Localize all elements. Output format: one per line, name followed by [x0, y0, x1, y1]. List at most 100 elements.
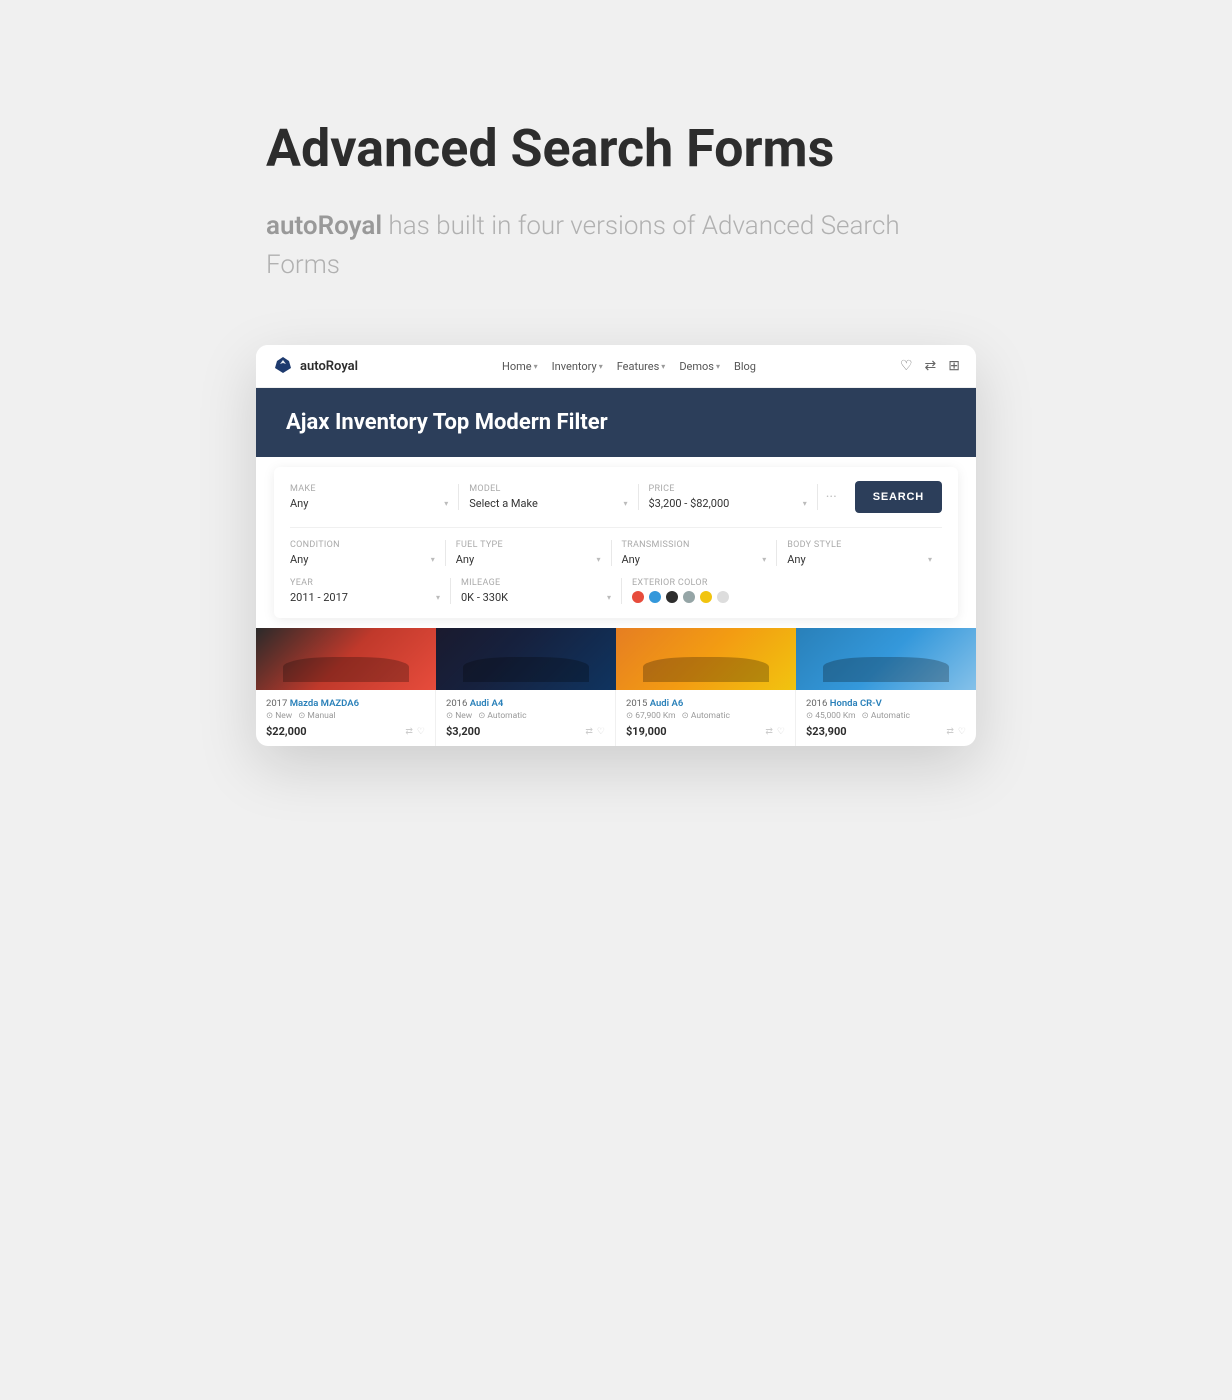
compare-car-icon-2[interactable]: ⇄: [585, 727, 593, 737]
search-button[interactable]: SEARCH: [855, 481, 942, 513]
chevron-down-icon: ▾: [623, 499, 627, 508]
chevron-down-icon: ▾: [661, 362, 665, 371]
color-blue[interactable]: [649, 591, 661, 603]
car-link-3[interactable]: Audi A6: [650, 698, 684, 709]
more-options-icon[interactable]: ···: [826, 489, 837, 505]
compare-icon[interactable]: ⇄: [925, 358, 937, 374]
nav-home[interactable]: Home ▾: [502, 360, 538, 373]
exterior-color-field: Exterior color: [622, 578, 942, 603]
chevron-down-icon: ▾: [803, 499, 807, 508]
nav-inventory[interactable]: Inventory ▾: [552, 360, 603, 373]
chevron-down-icon: ▾: [762, 555, 766, 564]
login-icon[interactable]: ⊞: [948, 358, 960, 374]
color-swatches: [632, 591, 932, 603]
car-actions-3: ⇄ ♡: [765, 727, 785, 737]
favorite-car-icon-2[interactable]: ♡: [597, 727, 605, 737]
condition-value: Any ▾: [290, 553, 435, 566]
car-price-3: $19,000: [626, 725, 667, 738]
brand-name-highlight: autoRoyal: [266, 211, 382, 241]
favorite-car-icon-3[interactable]: ♡: [777, 727, 785, 737]
model-value: Select a Make ▾: [469, 497, 627, 510]
year-field[interactable]: Year 2011 - 2017 ▾: [290, 578, 451, 604]
condition-selected: Any: [290, 553, 308, 566]
price-value: $3,200 - $82,000 ▾: [649, 497, 807, 510]
mileage-selected: 0K - 330K: [461, 591, 508, 604]
body-style-selected: Any: [787, 553, 805, 566]
brand-logo-icon: [272, 355, 294, 377]
car-silhouette: [463, 657, 589, 682]
cars-grid: 2017 Mazda MAZDA6 ⊙ New ⊙ Manual $22,000…: [256, 628, 976, 746]
color-silver[interactable]: [717, 591, 729, 603]
nav-icons: ♡ ⇄ ⊞: [900, 358, 960, 374]
mileage-label: Mileage: [461, 578, 611, 588]
brand-name: autoRoyal: [300, 359, 358, 374]
make-value: Any ▾: [290, 497, 448, 510]
condition-field[interactable]: Condition Any ▾: [290, 540, 446, 566]
brand: autoRoyal: [272, 355, 358, 377]
car-year-make-3: 2015 Audi A6: [626, 698, 785, 709]
car-price-row-3: $19,000 ⇄ ♡: [626, 725, 785, 738]
compare-car-icon-1[interactable]: ⇄: [405, 727, 413, 737]
car-link-4[interactable]: Honda CR-V: [830, 698, 882, 709]
price-field[interactable]: Price $3,200 - $82,000 ▾: [639, 484, 818, 510]
chevron-down-icon: ▾: [596, 555, 600, 564]
car-info-1: 2017 Mazda MAZDA6 ⊙ New ⊙ Manual $22,000…: [256, 690, 436, 746]
heart-icon[interactable]: ♡: [900, 358, 913, 374]
search-row-primary: Make Any ▾ Model Select a Make ▾ Price $…: [290, 481, 942, 513]
fuel-label: Fuel type: [456, 540, 601, 550]
condition-label: Condition: [290, 540, 435, 550]
nav-demos[interactable]: Demos ▾: [679, 360, 720, 373]
car-meta-3: ⊙ 67,900 Km ⊙ Automatic: [626, 711, 785, 721]
year-label: Year: [290, 578, 440, 588]
transmission-field[interactable]: Transmission Any ▾: [612, 540, 778, 566]
chevron-down-icon: ▾: [436, 593, 440, 602]
browser-chrome: autoRoyal Home ▾ Inventory ▾ Features ▾ …: [256, 345, 976, 388]
compare-car-icon-3[interactable]: ⇄: [765, 727, 773, 737]
color-gray[interactable]: [683, 591, 695, 603]
model-label: Model: [469, 484, 627, 494]
car-price-2: $3,200: [446, 725, 480, 738]
car-image-2: [436, 628, 616, 690]
chevron-down-icon: ▾: [928, 555, 932, 564]
car-mileage-4: ⊙ 45,000 Km: [806, 711, 856, 721]
year-selected: 2011 - 2017: [290, 591, 348, 604]
car-image-4: [796, 628, 976, 690]
nav-blog[interactable]: Blog: [734, 360, 756, 373]
color-black[interactable]: [666, 591, 678, 603]
transmission-value: Any ▾: [622, 553, 767, 566]
car-card-1: 2017 Mazda MAZDA6 ⊙ New ⊙ Manual $22,000…: [256, 628, 436, 746]
model-field[interactable]: Model Select a Make ▾: [459, 484, 638, 510]
chevron-down-icon: ▾: [534, 362, 538, 371]
fuel-field[interactable]: Fuel type Any ▾: [446, 540, 612, 566]
chevron-down-icon: ▾: [607, 593, 611, 602]
browser-mockup: autoRoyal Home ▾ Inventory ▾ Features ▾ …: [256, 345, 976, 746]
make-field[interactable]: Make Any ▾: [290, 484, 459, 510]
main-nav: Home ▾ Inventory ▾ Features ▾ Demos ▾ Bl…: [502, 360, 756, 373]
car-silhouette: [643, 657, 769, 682]
car-year-make-2: 2016 Audi A4: [446, 698, 605, 709]
car-condition-1: ⊙ New: [266, 711, 292, 721]
car-card-3: 2015 Audi A6 ⊙ 67,900 Km ⊙ Automatic $19…: [616, 628, 796, 746]
page-header: Advanced Search Forms autoRoyal has buil…: [266, 0, 966, 345]
hero-banner: Ajax Inventory Top Modern Filter: [256, 388, 976, 457]
favorite-car-icon-1[interactable]: ♡: [417, 727, 425, 737]
favorite-car-icon-4[interactable]: ♡: [958, 727, 966, 737]
nav-features[interactable]: Features ▾: [617, 360, 666, 373]
fuel-selected: Any: [456, 553, 474, 566]
car-mileage-3: ⊙ 67,900 Km: [626, 711, 676, 721]
model-selected: Select a Make: [469, 497, 538, 510]
car-price-4: $23,900: [806, 725, 847, 738]
fuel-value: Any ▾: [456, 553, 601, 566]
chevron-down-icon: ▾: [431, 555, 435, 564]
color-yellow[interactable]: [700, 591, 712, 603]
color-red[interactable]: [632, 591, 644, 603]
car-link-1[interactable]: Mazda MAZDA6: [290, 698, 359, 709]
car-link-2[interactable]: Audi A4: [470, 698, 504, 709]
price-label: Price: [649, 484, 807, 494]
mileage-value: 0K - 330K ▾: [461, 591, 611, 604]
search-form: Make Any ▾ Model Select a Make ▾ Price $…: [274, 467, 958, 618]
compare-car-icon-4[interactable]: ⇄: [946, 727, 954, 737]
car-info-3: 2015 Audi A6 ⊙ 67,900 Km ⊙ Automatic $19…: [616, 690, 796, 746]
body-style-field[interactable]: Body Style Any ▾: [777, 540, 942, 566]
mileage-field[interactable]: Mileage 0K - 330K ▾: [451, 578, 622, 604]
